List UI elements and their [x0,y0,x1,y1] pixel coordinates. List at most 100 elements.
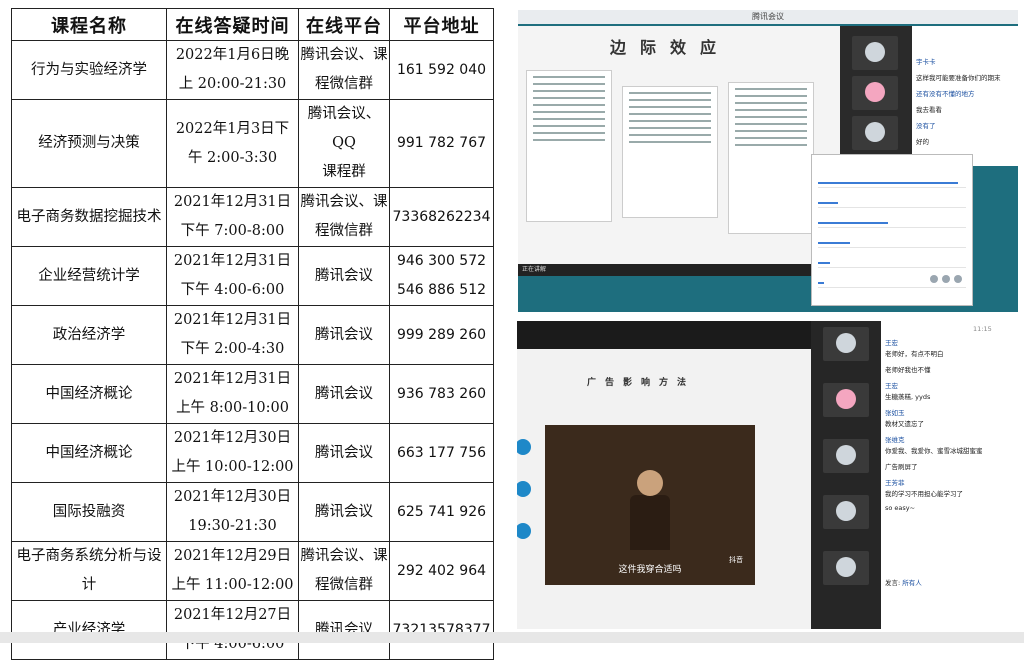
header-address: 平台地址 [389,8,494,41]
table-row: 电子商务数据挖掘技术 2021年12月31日 下午 7:00-8:00 腾讯会议、课程… [11,187,494,247]
cell-text: 腾讯会议 [315,267,373,284]
cell-text: 课程群 [322,164,366,180]
cell-text: 经济预测与决策 [38,135,140,151]
cell-text: 625 741 926 [396,503,487,520]
slide-paper [728,82,814,234]
window-titlebar: 腾讯会议 [518,10,1018,24]
table-row: 国际投融资 2021年12月30日 19:30-21:30 腾讯会议 625 741 9… [11,482,494,542]
chat-message: so easy~ [885,504,916,512]
header-time: 在线答疑时间 [166,8,299,41]
embedded-video[interactable]: 抖音 这件我穿合适吗 [545,425,755,585]
chat-message: 我的学习不用担心能学习了 [885,490,963,498]
cell-text: 企业经营统计学 [38,267,140,284]
address-cell: 73213578377 [389,600,494,660]
chat-panel: 宇卡卡 这样我可能要准备你们的期末 还有没有不懂的地方 我去看看 没有了 好的 [912,26,1018,166]
poll-row [818,209,966,228]
poll-row [818,189,966,208]
cell-text: 2021年12月31日 [173,253,292,269]
participant-tile[interactable] [823,383,869,417]
toolbar-icon[interactable] [930,275,938,283]
platform-cell: 腾讯会议 [298,305,390,365]
chat-target-select[interactable]: 所有人 [902,579,922,587]
cell-text: 2021年12月31日 [173,312,292,328]
platform-cell: 腾讯会议 [298,482,390,542]
cell-text: 下午 4:00-6:00 [180,282,285,298]
chat-sender: 张维克 [885,436,905,444]
toolbar-icon[interactable] [954,275,962,283]
platform-cell: 腾讯会议 [298,423,390,483]
chat-message: 宇卡卡 [916,58,936,66]
cell-text: 2022年1月3日下 [175,120,290,137]
address-cell: 946 300 572 546 886 512 [389,246,494,306]
toolbar-icon[interactable] [942,275,950,283]
cell-text: 2021年12月29日 [173,548,292,564]
platform-cell: 腾讯会议 [298,246,390,306]
cell-text: 中国经济概论 [45,444,133,461]
cell-text: 2021年12月31日 [173,194,292,210]
poll-row [818,169,966,188]
chat-sender: 王芳菲 [885,479,905,487]
chat-message: 你爱我、我爱你、蜜雪冰城甜蜜蜜 [885,447,983,455]
participant-tile[interactable] [852,36,898,70]
cell-text: 行为与实验经济学 [31,61,147,78]
poll-bar [818,182,958,184]
participant-tile[interactable] [823,495,869,529]
address-cell: 73368262234 [389,187,494,247]
chat-message: 老师好，有点不明白 [885,350,944,358]
poll-bar [818,202,838,204]
chat-message: 好的 [916,138,929,146]
poll-bar [818,222,888,224]
time-cell: 2021年12月31日 下午 2:00-4:30 [166,305,299,365]
cell-text: 腾讯会议、课 [300,194,388,210]
chat-input[interactable]: 发言: 所有人 [885,577,922,587]
chat-message: 生糖蒸糕, yyds [885,393,931,401]
table-row: 行为与实验经济学 2022年1月6日晚上 20:00-21:30 腾讯会议、课 程微信… [11,40,494,100]
slide-title: 广告影响方法 [587,378,696,388]
chat-input-label: 发言 [885,579,898,587]
cell-text: 电子商务系统分析与设计 [16,548,162,593]
poll-bar [818,242,850,244]
cell-text: 2021年12月27日 [173,607,292,623]
platform-cell: 腾讯会议、QQ 课程群 [298,99,390,188]
participant-tile[interactable] [823,551,869,585]
page-bottom-bar [0,632,1024,643]
table-row: 政治经济学 2021年12月31日 下午 2:00-4:30 腾讯会议 999 289 … [11,305,494,365]
participant-tile[interactable] [852,76,898,110]
cell-text: 991 782 767 [396,135,487,151]
cell-text: 2021年12月30日 [173,489,292,505]
avatar [836,557,856,577]
avatar [836,445,856,465]
cell-text: 上午 10:00-12:00 [171,459,294,475]
cell-text: 上 20:00-21:30 [178,76,287,92]
cell-text: 程微信群 [315,577,373,593]
participant-tile[interactable] [823,327,869,361]
participant-tile[interactable] [823,439,869,473]
cell-text: 腾讯会议 [315,503,373,520]
table-row: 产业经济学 2021年12月27日 下午 4:00-6:00 腾讯会议 73213578… [11,600,494,660]
chat-message: 广告刷屏了 [885,463,918,471]
cell-text: 663 177 756 [396,444,487,461]
video-person [630,495,670,550]
schedule-table: 课程名称 在线答疑时间 在线平台 平台地址 行为与实验经济学 2022年1月6日晚… [11,8,494,660]
address-cell: 936 783 260 [389,364,494,424]
poll-bar [818,282,824,284]
cell-text: 2021年12月30日 [173,430,292,446]
time-cell: 2021年12月27日 下午 4:00-6:00 [166,600,299,660]
time-cell: 2022年1月6日晚上 20:00-21:30 [166,40,299,100]
course-cell: 经济预测与决策 [11,99,167,188]
participant-sidebar [840,26,912,166]
chat-message: 我去看看 [916,106,942,114]
participant-tile[interactable] [852,116,898,150]
cell-text: 2022年1月6日晚 [175,47,290,63]
avatar [865,42,885,62]
cell-text: 腾讯会议 [315,326,373,343]
chat-panel: 11:15 王宏 老师好，有点不明白 老师好我也不懂 王宏 生糖蒸糕, yyds 张如玉教… [881,321,1017,629]
cell-text: 政治经济学 [52,326,126,343]
course-cell: 国际投融资 [11,482,167,542]
cell-text: 腾讯会议、课 [300,548,388,564]
time-cell: 2021年12月30日 上午 10:00-12:00 [166,423,299,483]
table-row: 经济预测与决策 2022年1月3日下午 2:00-3:30 腾讯会议、QQ 课程群 99… [11,99,494,188]
cell-text: 程微信群 [315,76,373,92]
poll-row [818,249,966,268]
platform-cell: 腾讯会议、课 程微信群 [298,187,390,247]
